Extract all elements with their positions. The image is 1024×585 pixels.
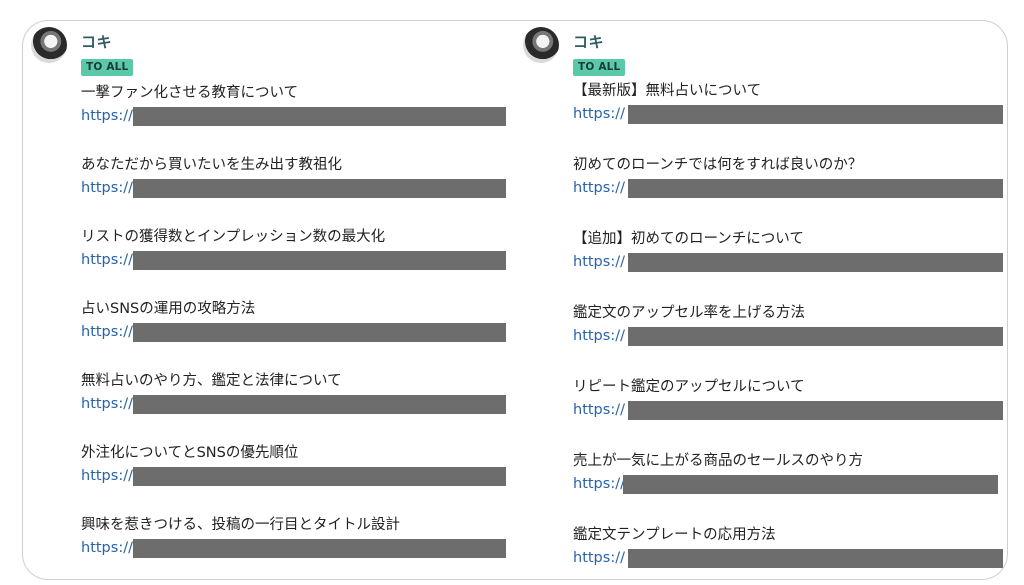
- link[interactable]: https://: [573, 474, 1003, 494]
- list-item: 興味を惹きつける、投稿の一行目とタイトル設計 https://: [81, 515, 511, 558]
- redacted-url: [133, 467, 506, 486]
- redacted-url: [628, 253, 1003, 272]
- item-title: 鑑定文のアップセル率を上げる方法: [573, 305, 805, 321]
- item-title: 占いSNSの運用の攻略方法: [81, 301, 256, 317]
- list-item: 外注化についてとSNSの優先順位 https://: [81, 443, 511, 486]
- item-title: リストの獲得数とインプレッション数の最大化: [81, 229, 386, 245]
- item-title: 初めてのローンチでは何をすれば良いのか？: [573, 157, 863, 173]
- link[interactable]: https://: [573, 326, 1003, 346]
- link-prefix[interactable]: https://: [81, 466, 133, 486]
- item-title: 売上が一気に上がる商品のセールスのやり方: [573, 453, 863, 469]
- list-item: リストの獲得数とインプレッション数の最大化 https://: [81, 227, 511, 270]
- item-title: 鑑定文テンプレートの応用方法: [573, 527, 776, 543]
- list-item: 鑑定文のアップセル率を上げる方法 https://: [573, 303, 1003, 346]
- list-item: あなただから買いたいを生み出す教祖化 https://: [81, 155, 511, 198]
- redacted-url: [133, 539, 506, 558]
- list-item: リピート鑑定のアップセルについて https://: [573, 377, 1003, 420]
- item-title: 【最新版】無料占いについて: [573, 83, 762, 99]
- list-item: 一撃ファン化させる教育について https://: [81, 83, 511, 126]
- redacted-url: [628, 179, 1003, 198]
- redacted-url: [623, 475, 998, 494]
- link[interactable]: https://: [81, 466, 511, 486]
- redacted-url: [133, 179, 506, 198]
- redacted-url: [133, 395, 506, 414]
- item-title: 外注化についてとSNSの優先順位: [81, 445, 299, 461]
- redacted-url: [628, 401, 1003, 420]
- link[interactable]: https://: [573, 548, 1003, 568]
- link-prefix[interactable]: https://: [81, 178, 133, 198]
- link-prefix[interactable]: https://: [81, 394, 133, 414]
- link[interactable]: https://: [81, 538, 511, 558]
- list-item: 占いSNSの運用の攻略方法 https://: [81, 299, 511, 342]
- link-prefix[interactable]: https://: [81, 322, 133, 342]
- item-title: 興味を惹きつける、投稿の一行目とタイトル設計: [81, 517, 400, 533]
- avatar[interactable]: [31, 27, 67, 63]
- redacted-url: [628, 549, 1003, 568]
- item-title: 一撃ファン化させる教育について: [81, 85, 299, 101]
- to-all-badge: TO ALL: [573, 59, 626, 76]
- redacted-url: [628, 105, 1003, 124]
- link-prefix[interactable]: https://: [81, 250, 133, 270]
- author-name[interactable]: コキ: [81, 31, 112, 52]
- item-title: 無料占いのやり方、鑑定と法律について: [81, 373, 342, 389]
- list-item: 売上が一気に上がる商品のセールスのやり方 https://: [573, 451, 1003, 494]
- author-name[interactable]: コキ: [573, 31, 604, 52]
- link[interactable]: https://: [81, 178, 511, 198]
- link-prefix[interactable]: https://: [573, 252, 625, 272]
- link[interactable]: https://: [573, 252, 1003, 272]
- list-item: 無料占いのやり方、鑑定と法律について https://: [81, 371, 511, 414]
- item-title: リピート鑑定のアップセルについて: [573, 379, 805, 395]
- link[interactable]: https://: [573, 178, 1003, 198]
- item-title: あなただから買いたいを生み出す教祖化: [81, 157, 342, 173]
- link[interactable]: https://: [573, 104, 1003, 124]
- chat-card: コキ TO ALL 一撃ファン化させる教育について https:// あなただか…: [22, 20, 1008, 580]
- redacted-url: [628, 327, 1003, 346]
- redacted-url: [133, 107, 506, 126]
- list-item: 【追加】初めてのローンチについて https://: [573, 229, 1003, 272]
- redacted-url: [133, 251, 506, 270]
- list-item: 初めてのローンチでは何をすれば良いのか？ https://: [573, 155, 1003, 198]
- list-item: 鑑定文テンプレートの応用方法 https://: [573, 525, 1003, 568]
- redacted-url: [133, 323, 506, 342]
- item-title: 【追加】初めてのローンチについて: [573, 231, 804, 247]
- link[interactable]: https://: [81, 106, 511, 126]
- link-prefix[interactable]: https://: [573, 548, 625, 568]
- link-prefix[interactable]: https://: [573, 326, 625, 346]
- link[interactable]: https://: [81, 322, 511, 342]
- link-prefix[interactable]: https://: [81, 538, 133, 558]
- link-prefix[interactable]: https://: [573, 400, 625, 420]
- link[interactable]: https://: [81, 250, 511, 270]
- link-prefix[interactable]: https://: [81, 106, 133, 126]
- link-prefix[interactable]: https://: [573, 178, 625, 198]
- to-all-badge: TO ALL: [81, 59, 134, 76]
- link[interactable]: https://: [573, 400, 1003, 420]
- avatar[interactable]: [523, 27, 559, 63]
- link[interactable]: https://: [81, 394, 511, 414]
- link-prefix[interactable]: https://: [573, 474, 625, 494]
- link-prefix[interactable]: https://: [573, 104, 625, 124]
- list-item: 【最新版】無料占いについて https://: [573, 81, 1003, 124]
